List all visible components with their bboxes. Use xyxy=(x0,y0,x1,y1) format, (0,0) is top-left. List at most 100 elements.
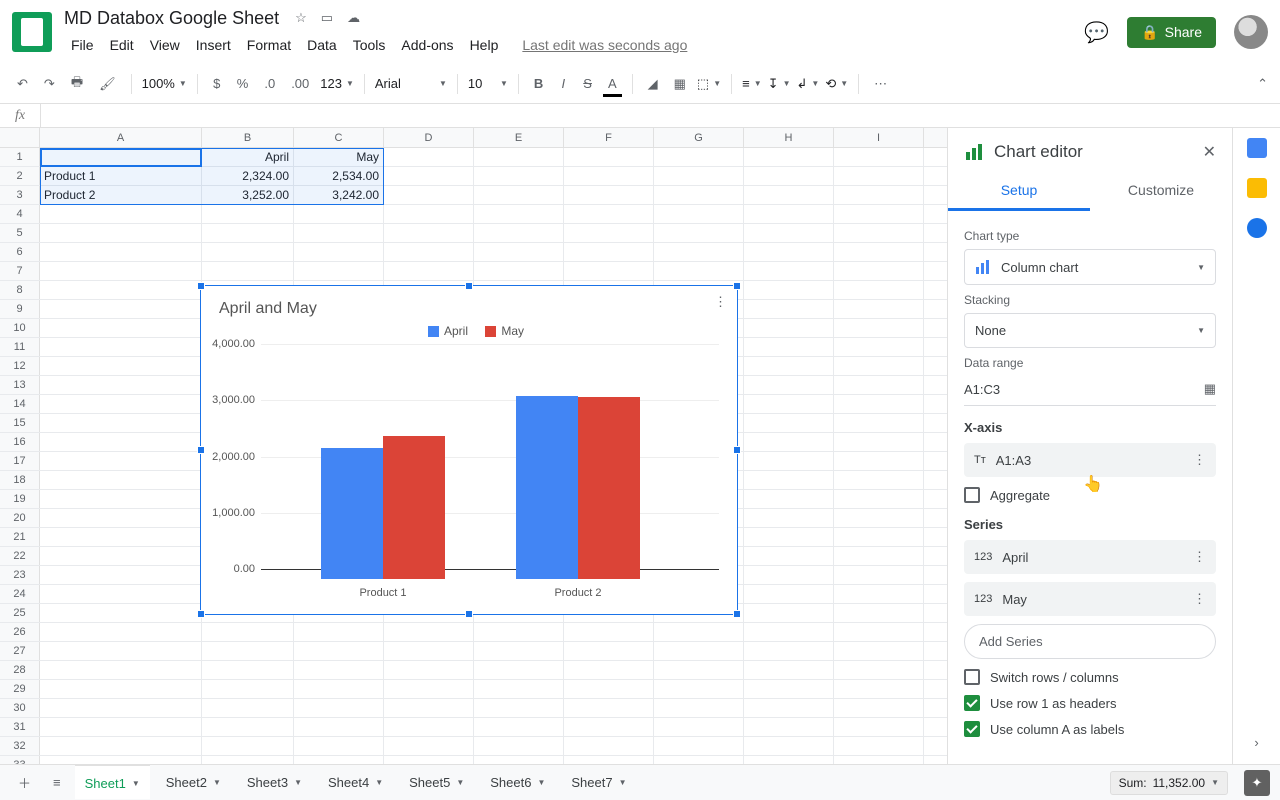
cell[interactable] xyxy=(564,680,654,698)
cell[interactable] xyxy=(654,699,744,717)
merge-cells-button[interactable]: ⬚▼ xyxy=(697,76,721,92)
row-header[interactable]: 17 xyxy=(0,452,40,470)
cell[interactable] xyxy=(474,167,564,185)
cell[interactable] xyxy=(834,585,924,603)
cell[interactable] xyxy=(40,224,202,242)
cell[interactable] xyxy=(384,205,474,223)
add-sheet-button[interactable]: ＋ xyxy=(10,769,39,796)
cell[interactable] xyxy=(40,262,202,280)
cell[interactable] xyxy=(834,547,924,565)
cell[interactable] xyxy=(744,319,834,337)
row-header[interactable]: 28 xyxy=(0,661,40,679)
cell[interactable] xyxy=(474,205,564,223)
cell[interactable] xyxy=(744,262,834,280)
cell[interactable] xyxy=(834,376,924,394)
cell[interactable] xyxy=(294,224,384,242)
row-header[interactable]: 7 xyxy=(0,262,40,280)
cell[interactable] xyxy=(40,585,202,603)
cell[interactable] xyxy=(654,148,744,166)
cell[interactable] xyxy=(654,737,744,755)
sheet-tab-7[interactable]: Sheet7▼ xyxy=(561,767,636,798)
cell[interactable] xyxy=(474,186,564,204)
cell[interactable] xyxy=(834,737,924,755)
cell[interactable] xyxy=(834,357,924,375)
cell[interactable] xyxy=(654,756,744,764)
row-header[interactable]: 9 xyxy=(0,300,40,318)
menu-addons[interactable]: Add-ons xyxy=(394,35,460,55)
cell[interactable] xyxy=(294,623,384,641)
quicksum-box[interactable]: Sum: 11,352.00▼ xyxy=(1110,771,1228,795)
font-size-select[interactable]: 10▼ xyxy=(468,76,508,91)
row-header[interactable]: 10 xyxy=(0,319,40,337)
cell[interactable] xyxy=(564,262,654,280)
cell[interactable] xyxy=(654,262,744,280)
cell[interactable] xyxy=(40,471,202,489)
col-header-i[interactable]: I xyxy=(834,128,924,147)
cell[interactable] xyxy=(202,756,294,764)
cell[interactable] xyxy=(834,490,924,508)
cell[interactable] xyxy=(294,680,384,698)
cell[interactable] xyxy=(474,148,564,166)
borders-button[interactable]: ▦ xyxy=(669,73,691,95)
cell[interactable] xyxy=(294,699,384,717)
cell[interactable] xyxy=(40,737,202,755)
cell[interactable] xyxy=(744,471,834,489)
increase-decimal-button[interactable]: .00 xyxy=(286,73,314,94)
row-header[interactable]: 12 xyxy=(0,357,40,375)
cell[interactable]: 3,252.00 xyxy=(202,186,294,204)
cell[interactable] xyxy=(564,186,654,204)
sheet-tab-4[interactable]: Sheet4▼ xyxy=(318,767,393,798)
cell[interactable] xyxy=(202,262,294,280)
currency-button[interactable]: $ xyxy=(208,73,226,94)
cell[interactable] xyxy=(834,718,924,736)
cell[interactable] xyxy=(40,148,202,166)
share-button[interactable]: 🔒 Share xyxy=(1127,17,1216,48)
cell[interactable] xyxy=(834,148,924,166)
cell[interactable] xyxy=(294,205,384,223)
cell[interactable] xyxy=(474,737,564,755)
row-header[interactable]: 32 xyxy=(0,737,40,755)
col-header-c[interactable]: C xyxy=(294,128,384,147)
cell[interactable] xyxy=(202,224,294,242)
cell[interactable] xyxy=(40,300,202,318)
cell[interactable] xyxy=(202,661,294,679)
cell[interactable] xyxy=(294,243,384,261)
paint-format-button[interactable]: 🖌 xyxy=(94,73,121,95)
cell[interactable] xyxy=(474,661,564,679)
cell[interactable] xyxy=(202,205,294,223)
chart-type-select[interactable]: Column chart ▼ xyxy=(964,249,1216,285)
cell[interactable] xyxy=(744,224,834,242)
cell[interactable] xyxy=(40,509,202,527)
cell[interactable] xyxy=(384,718,474,736)
menu-view[interactable]: View xyxy=(143,35,187,55)
x-axis-field[interactable]: Tᴛ A1:A3 ⋮ xyxy=(964,443,1216,477)
horizontal-align-button[interactable]: ≡▼ xyxy=(742,76,762,91)
cell[interactable] xyxy=(40,243,202,261)
cell[interactable] xyxy=(744,281,834,299)
cell[interactable] xyxy=(384,699,474,717)
italic-button[interactable]: I xyxy=(554,73,572,94)
cell[interactable] xyxy=(384,224,474,242)
menu-format[interactable]: Format xyxy=(240,35,298,55)
select-range-icon[interactable]: ▦ xyxy=(1204,381,1216,397)
cell[interactable] xyxy=(564,661,654,679)
cell[interactable] xyxy=(834,319,924,337)
sheet-tab-2[interactable]: Sheet2▼ xyxy=(156,767,231,798)
cell[interactable] xyxy=(834,433,924,451)
cell[interactable] xyxy=(654,680,744,698)
cell[interactable] xyxy=(834,205,924,223)
data-range-field[interactable]: A1:C3 ▦ xyxy=(964,376,1216,406)
cell[interactable] xyxy=(744,186,834,204)
collapse-toolbar-button[interactable]: ⌃ xyxy=(1257,76,1268,92)
cell[interactable] xyxy=(834,699,924,717)
cell[interactable] xyxy=(40,319,202,337)
row-header[interactable]: 22 xyxy=(0,547,40,565)
use-colA-labels-checkbox[interactable]: Use column A as labels xyxy=(964,721,1216,737)
cell[interactable] xyxy=(834,262,924,280)
cell[interactable] xyxy=(384,186,474,204)
row-header[interactable]: 29 xyxy=(0,680,40,698)
menu-file[interactable]: File xyxy=(64,35,101,55)
calendar-icon[interactable] xyxy=(1247,138,1267,158)
aggregate-checkbox[interactable]: Aggregate xyxy=(964,487,1216,503)
font-select[interactable]: Arial▼ xyxy=(375,76,447,91)
